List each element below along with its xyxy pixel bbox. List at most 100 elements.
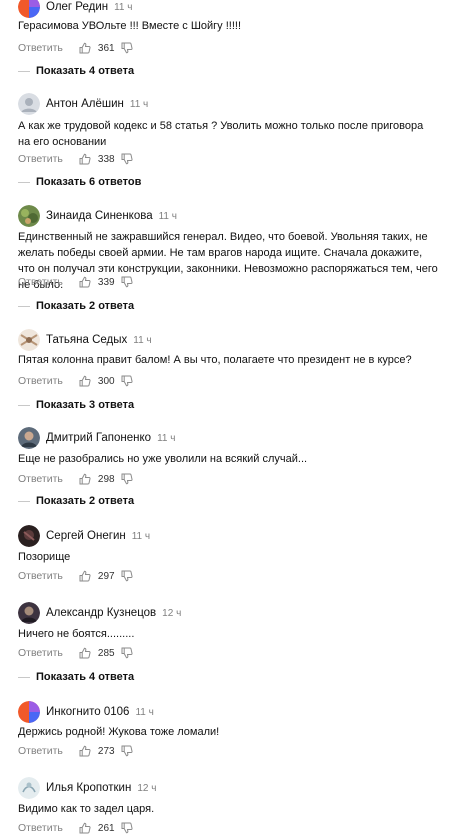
thumbs-down-icon[interactable] xyxy=(121,647,133,659)
comment-text: Видимо как то задел царя. xyxy=(18,803,155,815)
comment-text: А как же трудовой кодекс и 58 статья ? У… xyxy=(18,120,424,148)
thumbs-down-icon[interactable] xyxy=(121,822,133,834)
show-replies-label[interactable]: Показать 6 ответов xyxy=(36,176,141,188)
show-replies-label[interactable]: Показать 2 ответа xyxy=(36,300,134,312)
show-replies-label[interactable]: Показать 4 ответа xyxy=(36,65,134,77)
thumbs-up-icon[interactable] xyxy=(79,570,91,582)
show-replies-button[interactable]: Показать 2 ответа xyxy=(18,298,134,314)
comment-text: Ничего не боятся......... xyxy=(18,628,135,640)
reply-button[interactable]: Ответить xyxy=(18,822,63,834)
comment-actions: Ответить 339 xyxy=(18,274,133,290)
reply-button[interactable]: Ответить xyxy=(18,745,63,757)
like-count: 297 xyxy=(97,570,115,582)
thumbs-down-icon[interactable] xyxy=(121,473,133,485)
comment-header: Сергей Онегин 11 ч xyxy=(18,525,150,547)
comment-time: 12 ч xyxy=(137,782,157,794)
comment-author[interactable]: Татьяна Седых xyxy=(46,334,127,346)
thumbs-up-icon[interactable] xyxy=(79,647,91,659)
divider-line xyxy=(18,404,30,406)
comment-author[interactable]: Илья Кропоткин xyxy=(46,782,131,794)
comment-header: Инкогнито 0106 11 ч xyxy=(18,701,154,723)
thumbs-down-icon[interactable] xyxy=(121,570,133,582)
show-replies-label[interactable]: Показать 3 ответа xyxy=(36,399,134,411)
reply-button[interactable]: Ответить xyxy=(18,153,63,165)
reply-button[interactable]: Ответить xyxy=(18,42,63,54)
comment-actions: Ответить 361 xyxy=(18,40,133,56)
reply-button[interactable]: Ответить xyxy=(18,570,63,582)
comment-author[interactable]: Зинаида Синенкова xyxy=(46,210,153,222)
comment-actions: Ответить 298 xyxy=(18,471,133,487)
comment-actions: Ответить 273 xyxy=(18,743,133,759)
comment-text: Держись родной! Жукова тоже ломали! xyxy=(18,726,220,738)
show-replies-button[interactable]: Показать 4 ответа xyxy=(18,669,134,685)
comment-actions: Ответить 285 xyxy=(18,645,133,661)
show-replies-label[interactable]: Показать 2 ответа xyxy=(36,495,134,507)
like-count: 273 xyxy=(97,745,115,757)
comment-author[interactable]: Олег Редин xyxy=(46,1,108,13)
comment-author[interactable]: Сергей Онегин xyxy=(46,530,126,542)
thumbs-up-icon[interactable] xyxy=(79,822,91,834)
comment-header: Зинаида Синенкова 11 ч xyxy=(18,205,177,227)
comment-time: 11 ч xyxy=(131,530,151,542)
divider-line xyxy=(18,676,30,678)
reply-button[interactable]: Ответить xyxy=(18,276,63,288)
comment-author[interactable]: Инкогнито 0106 xyxy=(46,706,129,718)
show-replies-button[interactable]: Показать 2 ответа xyxy=(18,493,134,509)
comment-time: 11 ч xyxy=(129,98,149,110)
show-replies-label[interactable]: Показать 4 ответа xyxy=(36,671,134,683)
show-replies-button[interactable]: Показать 6 ответов xyxy=(18,174,141,190)
avatar-pattern-icon[interactable] xyxy=(18,329,40,351)
divider-line xyxy=(18,70,30,72)
avatar-nature-icon[interactable] xyxy=(18,205,40,227)
like-count: 285 xyxy=(97,647,115,659)
avatar-photo-icon[interactable] xyxy=(18,602,40,624)
thumbs-up-icon[interactable] xyxy=(79,375,91,387)
like-count: 298 xyxy=(97,473,115,485)
comment-header: Олег Редин 11 ч xyxy=(18,0,132,18)
reply-button[interactable]: Ответить xyxy=(18,375,63,387)
thumbs-down-icon[interactable] xyxy=(121,276,133,288)
thumbs-up-icon[interactable] xyxy=(79,153,91,165)
thumbs-down-icon[interactable] xyxy=(121,153,133,165)
comment-author[interactable]: Антон Алёшин xyxy=(46,98,124,110)
comment-author[interactable]: Александр Кузнецов xyxy=(46,607,156,619)
comment-time: 12 ч xyxy=(162,607,182,619)
avatar-light-icon[interactable] xyxy=(18,777,40,799)
divider-line xyxy=(18,500,30,502)
comment-actions: Ответить 300 xyxy=(18,373,133,389)
comment-text: Еще не разобрались но уже уволили на вся… xyxy=(18,453,308,465)
comment-time: 11 ч xyxy=(133,334,152,346)
thumbs-up-icon[interactable] xyxy=(79,745,91,757)
reply-button[interactable]: Ответить xyxy=(18,473,63,485)
thumbs-up-icon[interactable] xyxy=(79,42,91,54)
comment-text: Пятая колонна правит балом! А вы что, по… xyxy=(18,354,412,366)
comment-time: 11 ч xyxy=(114,1,133,13)
comment-text: Позорище xyxy=(18,551,71,563)
comment-text: Герасимова УВОльте !!! Вместе с Шойгу !!… xyxy=(18,20,242,32)
like-count: 361 xyxy=(97,42,115,54)
show-replies-button[interactable]: Показать 4 ответа xyxy=(18,63,134,79)
like-count: 261 xyxy=(97,822,115,834)
thumbs-down-icon[interactable] xyxy=(121,42,133,54)
avatar-colorful-icon[interactable] xyxy=(18,0,40,18)
show-replies-button[interactable]: Показать 3 ответа xyxy=(18,397,134,413)
avatar-placeholder-icon[interactable] xyxy=(18,93,40,115)
thumbs-up-icon[interactable] xyxy=(79,473,91,485)
divider-line xyxy=(18,305,30,307)
avatar-dark-icon[interactable] xyxy=(18,525,40,547)
reply-button[interactable]: Ответить xyxy=(18,647,63,659)
thumbs-down-icon[interactable] xyxy=(121,375,133,387)
avatar-colorful-icon[interactable] xyxy=(18,701,40,723)
comment-author[interactable]: Дмитрий Гапоненко xyxy=(46,432,151,444)
comment-actions: Ответить 261 xyxy=(18,820,133,836)
thumbs-down-icon[interactable] xyxy=(121,745,133,757)
avatar-photo-icon[interactable] xyxy=(18,427,40,449)
comment-time: 11 ч xyxy=(157,432,176,444)
thumbs-up-icon[interactable] xyxy=(79,276,91,288)
comment-header: Илья Кропоткин 12 ч xyxy=(18,777,156,799)
like-count: 338 xyxy=(97,153,115,165)
comment-actions: Ответить 338 xyxy=(18,151,133,167)
comment-header: Татьяна Седых 11 ч xyxy=(18,329,152,351)
comment-actions: Ответить 297 xyxy=(18,568,133,584)
comment-time: 11 ч xyxy=(158,210,177,222)
